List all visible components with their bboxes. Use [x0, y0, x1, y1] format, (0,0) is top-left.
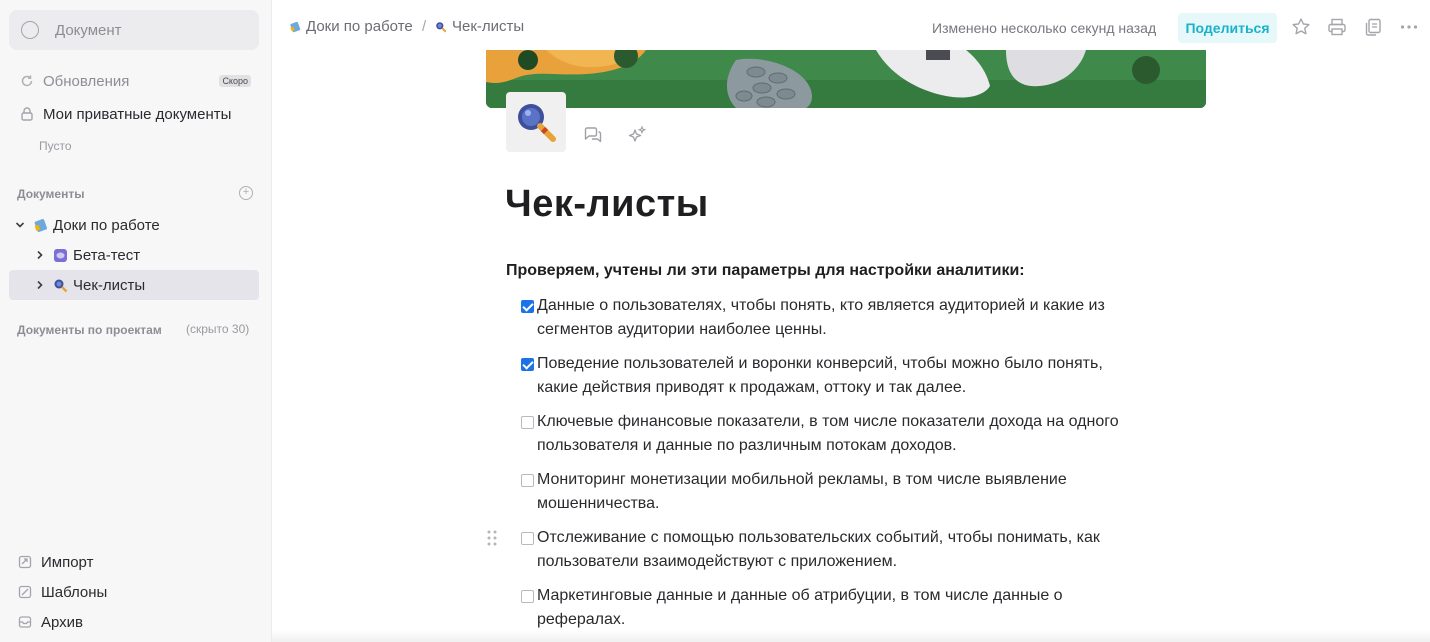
projects-hidden-count[interactable]: (скрыто 30): [186, 322, 249, 336]
task-text-line2: рефералах.: [537, 611, 626, 628]
top-bar: Доки по работе / Чек-листы Изменено неск…: [272, 0, 1430, 50]
sidebar-item-archive[interactable]: Архив: [9, 607, 259, 637]
drag-handle-icon[interactable]: [486, 528, 498, 548]
chevron-right-icon[interactable]: [33, 278, 47, 292]
task-text-line2: пользователя и данные по различным поток…: [537, 437, 957, 454]
sidebar-item-import[interactable]: Импорт: [9, 547, 259, 577]
task-checkbox[interactable]: [521, 358, 534, 371]
projects-header: Документы по проектам: [17, 323, 162, 337]
tree-item-label: Бета-тест: [73, 246, 141, 264]
chevron-right-icon[interactable]: [33, 248, 47, 262]
task-text-line2: пользователи взаимодействуют с приложени…: [537, 553, 898, 570]
blue-notebook-icon: [290, 21, 301, 32]
tree-item-beta-test[interactable]: Бета-тест: [9, 240, 259, 270]
task-text-line2: какие действия приводят к продажам, отто…: [537, 379, 967, 396]
task-text-line1: Ключевые финансовые показатели, в том чи…: [537, 413, 1119, 430]
archive-icon: [17, 614, 33, 630]
add-document-icon[interactable]: +: [239, 186, 253, 200]
sidebar-item-private-docs[interactable]: Мои приватные документы: [9, 99, 259, 129]
task-checkbox[interactable]: [521, 416, 534, 429]
sidebar-item-updates[interactable]: Обновления Скоро: [9, 66, 259, 96]
task-text-line1: Поведение пользователей и воронки конвер…: [537, 355, 1103, 372]
sidebar-item-label: Обновления: [43, 72, 130, 90]
sidebar-item-templates[interactable]: Шаблоны: [9, 577, 259, 607]
search-icon: [21, 21, 39, 39]
breadcrumb-item-work-docs[interactable]: Доки по работе: [289, 18, 413, 35]
sidebar: Документ Обновления Скоро Мои приватные …: [0, 0, 272, 642]
sparkles-icon[interactable]: [627, 125, 647, 145]
templates-icon: [17, 584, 33, 600]
tree-item-label: Доки по работе: [53, 216, 160, 234]
documents-header: Документы: [17, 187, 85, 201]
tree-item-label: Чек-листы: [73, 276, 146, 294]
task-text-line1: Отслеживание с помощью пользовательских …: [537, 529, 1100, 546]
task-text-line1: Мониторинг монетизации мобильной рекламы…: [537, 471, 1067, 488]
magnifier-icon: [518, 104, 556, 142]
import-icon: [17, 554, 33, 570]
sidebar-item-label: Импорт: [41, 553, 94, 571]
copy-icon[interactable]: [1362, 16, 1384, 38]
task-item[interactable]: Поведение пользователей и воронки конвер…: [521, 352, 1161, 400]
last-modified-text: Изменено несколько секунд назад: [932, 20, 1157, 36]
breadcrumb-label: Доки по работе: [306, 18, 413, 35]
comments-icon[interactable]: [583, 125, 603, 145]
share-button[interactable]: Поделиться: [1178, 13, 1277, 43]
task-text-line1: Маркетинговые данные и данные об атрибуц…: [537, 587, 1063, 604]
tree-item-checklists[interactable]: Чек-листы: [9, 270, 259, 300]
chevron-down-icon[interactable]: [13, 218, 27, 232]
document-title[interactable]: Чек-листы: [505, 183, 709, 226]
task-checkbox[interactable]: [521, 300, 534, 313]
print-icon[interactable]: [1326, 16, 1348, 38]
refresh-icon: [19, 73, 35, 89]
task-item[interactable]: Данные о пользователях, чтобы понять, кт…: [521, 294, 1161, 342]
sidebar-item-label: Архив: [41, 613, 84, 631]
more-icon[interactable]: [1398, 16, 1420, 38]
blue-notebook-icon: [32, 217, 48, 233]
task-checkbox[interactable]: [521, 590, 534, 603]
breadcrumb-label: Чек-листы: [452, 18, 525, 35]
purple-disk-icon: [52, 247, 68, 263]
tree-item-work-docs[interactable]: Доки по работе: [9, 210, 259, 240]
task-checkbox[interactable]: [521, 532, 534, 545]
scroll-fade: [272, 630, 1430, 642]
task-item[interactable]: Отслеживание с помощью пользовательских …: [521, 526, 1161, 574]
task-item[interactable]: Мониторинг монетизации мобильной рекламы…: [521, 468, 1161, 516]
sidebar-item-label: Мои приватные документы: [43, 105, 232, 123]
magnifier-icon: [436, 21, 447, 32]
search-placeholder: Документ: [55, 21, 122, 39]
breadcrumb-item-checklists[interactable]: Чек-листы: [435, 18, 524, 35]
search-input[interactable]: Документ: [9, 10, 259, 50]
task-item[interactable]: Ключевые финансовые показатели, в том чи…: [521, 410, 1161, 458]
cover-illustration: [486, 50, 1206, 108]
document-emoji-icon[interactable]: [506, 92, 566, 152]
task-item[interactable]: Маркетинговые данные и данные об атрибуц…: [521, 584, 1161, 632]
task-text-line2: мошенничества.: [537, 495, 660, 512]
star-icon[interactable]: [1290, 16, 1312, 38]
breadcrumb-separator: /: [422, 18, 427, 35]
task-checkbox[interactable]: [521, 474, 534, 487]
task-text-line1: Данные о пользователях, чтобы понять, кт…: [537, 297, 1105, 314]
task-text-line2: сегментов аудитории наиболее ценны.: [537, 321, 827, 338]
intro-paragraph[interactable]: Проверяем, учтены ли эти параметры для н…: [506, 262, 1025, 280]
lock-icon: [19, 106, 35, 122]
private-empty-text: Пусто: [39, 139, 72, 153]
sidebar-item-label: Шаблоны: [41, 583, 108, 601]
cover-image[interactable]: [486, 50, 1206, 108]
magnifier-icon: [52, 277, 68, 293]
soon-badge: Скоро: [219, 75, 251, 87]
